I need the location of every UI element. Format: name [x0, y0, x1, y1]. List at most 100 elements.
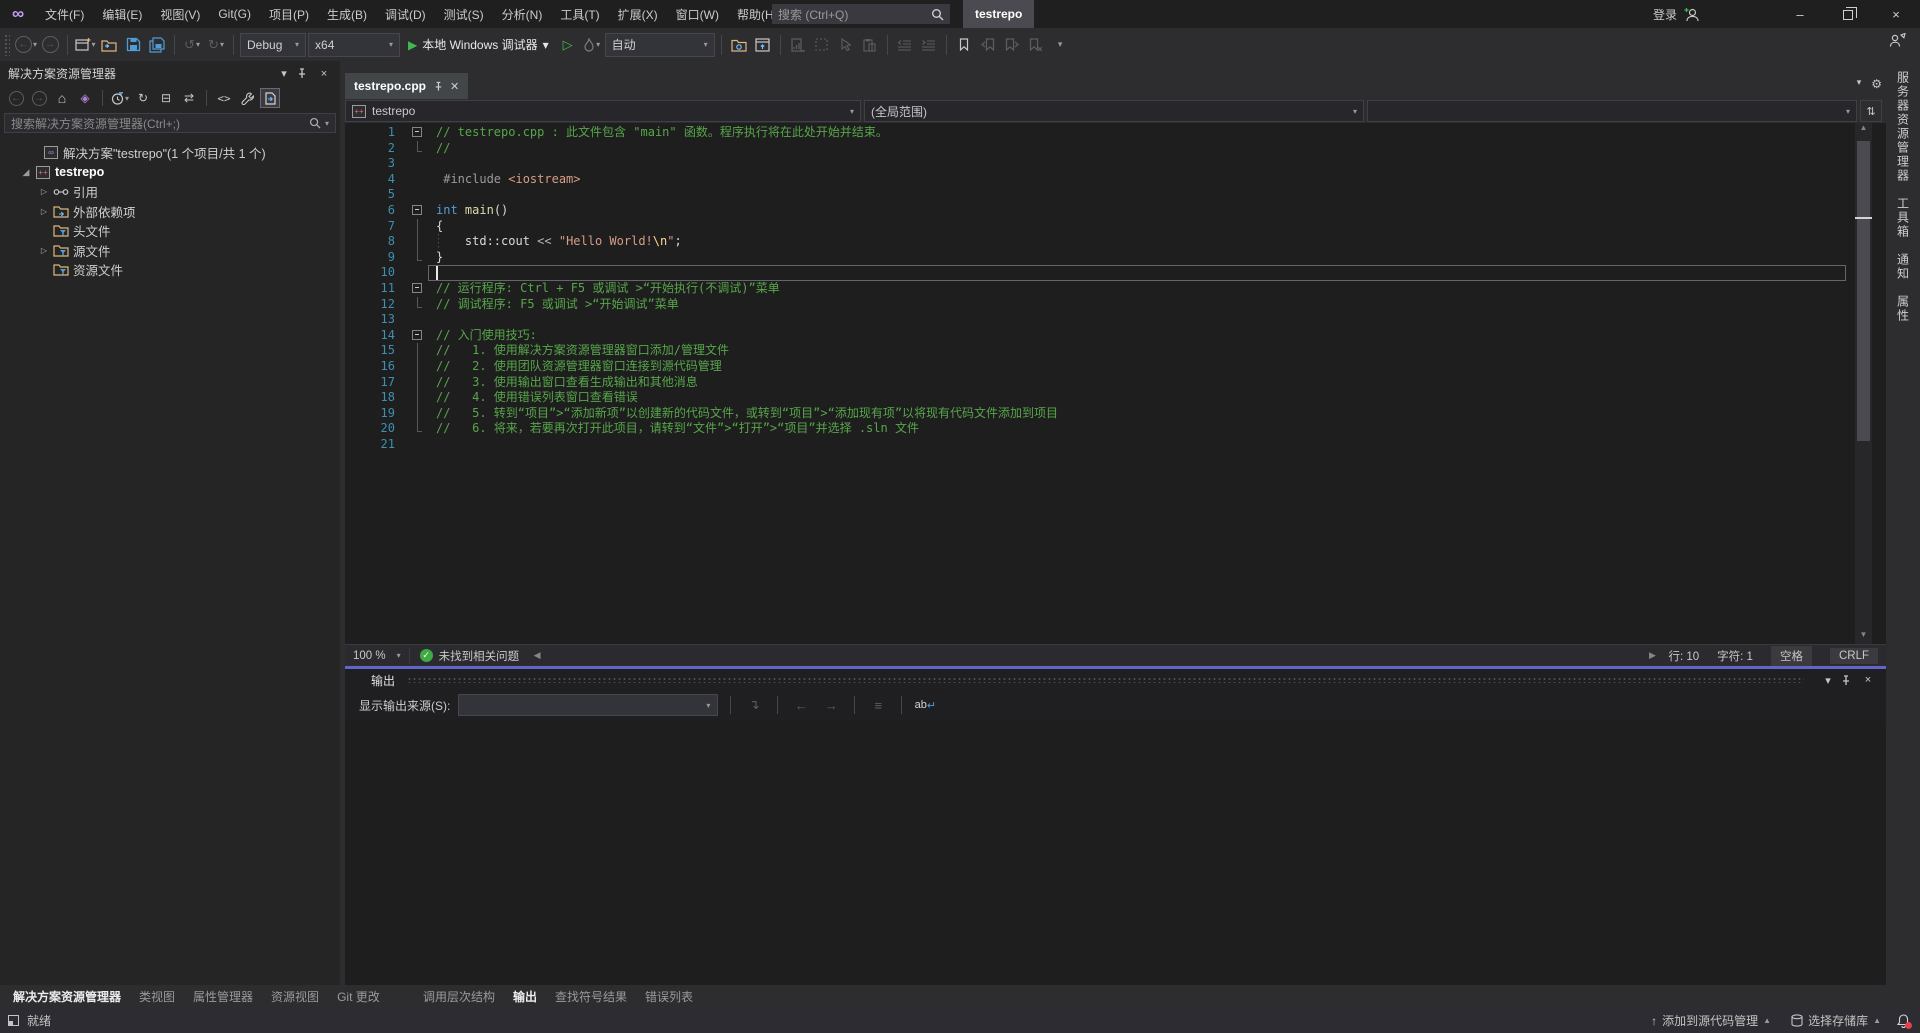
bottom-tab-调用层次结构[interactable]: 调用层次结构 [414, 985, 504, 1008]
vertical-tab-属性[interactable]: 属性 [1895, 295, 1912, 323]
se-home-button[interactable]: ⌂ [52, 88, 72, 108]
toggle-word-wrap-icon[interactable]: ab↵ [914, 694, 936, 716]
output-panel-header[interactable]: 输出 ▾ × [345, 669, 1886, 691]
solution-explorer-titlebar[interactable]: 解决方案资源管理器 ▾ × [0, 61, 340, 86]
close-button[interactable]: × [1872, 0, 1920, 28]
new-project-button[interactable]: ▾ [74, 33, 96, 57]
hot-reload-button[interactable]: ▾ [581, 33, 603, 57]
menu-item-调[interactable]: 调试(D) [376, 0, 435, 28]
menu-item-编[interactable]: 编辑(E) [93, 0, 151, 28]
menu-item-G[interactable]: Git(G) [209, 0, 260, 28]
code-line-9[interactable]: 9} [345, 250, 1886, 266]
code-line-15[interactable]: 15// 1. 使用解决方案资源管理器窗口添加/管理文件 [345, 343, 1886, 359]
code-line-1[interactable]: 1// testrepo.cpp : 此文件包含 "main" 函数。程序执行将… [345, 125, 1886, 141]
menu-item-工[interactable]: 工具(T) [551, 0, 608, 28]
tree-item-源文件[interactable]: ▷源文件 [0, 241, 340, 261]
tab-list-dropdown-icon[interactable]: ▾ [1857, 77, 1862, 91]
menu-item-窗[interactable]: 窗口(W) [667, 0, 728, 28]
cursor-icon[interactable] [835, 33, 857, 57]
outdent-icon[interactable] [894, 33, 916, 57]
fold-open-marker[interactable] [407, 328, 429, 344]
code-line-11[interactable]: 11// 运行程序: Ctrl + F5 或调试 >“开始执行(不调试)”菜单 [345, 281, 1886, 297]
toolbar-overflow-button[interactable]: ▾ [1049, 33, 1071, 57]
se-forward-button[interactable]: → [29, 88, 49, 108]
editor-vertical-scrollbar[interactable]: ▲ ▼ [1855, 123, 1872, 644]
code-metrics-icon[interactable] [787, 33, 809, 57]
bottom-tab-Git 更改[interactable]: Git 更改 [328, 985, 389, 1008]
fold-end-marker[interactable] [407, 250, 429, 266]
fold-open-marker[interactable] [407, 203, 429, 219]
type-scope-dropdown[interactable]: (全局范围) ▾ [864, 100, 1364, 122]
bottom-tab-属性管理器[interactable]: 属性管理器 [184, 985, 262, 1008]
collapsed-arrow-icon[interactable]: ▷ [36, 207, 52, 216]
bottom-tab-错误列表[interactable]: 错误列表 [636, 985, 702, 1008]
eol-indicator[interactable]: CRLF [1830, 648, 1878, 664]
background-tasks-icon[interactable] [8, 1015, 19, 1026]
collapsed-arrow-icon[interactable]: ▷ [36, 187, 52, 196]
indent-icon[interactable] [918, 33, 940, 57]
close-panel-button[interactable]: × [1860, 674, 1876, 686]
project-chip[interactable]: testrepo [963, 0, 1034, 28]
code-line-17[interactable]: 17// 3. 使用输出窗口查看生成输出和其他消息 [345, 375, 1886, 391]
scrollbar-thumb[interactable] [1857, 141, 1870, 441]
send-feedback-button[interactable] [1889, 33, 1906, 49]
document-tab-testrepo-cpp[interactable]: testrepo.cpp ✕ [345, 73, 468, 99]
collapse-all-button[interactable]: ⊟ [156, 88, 176, 108]
open-file-button[interactable] [98, 33, 120, 57]
pin-button[interactable] [1840, 675, 1856, 686]
code-line-20[interactable]: 20// 6. 将来，若要再次打开此项目，请转到“文件”>“打开”>“项目”并选… [345, 421, 1886, 437]
refresh-button[interactable]: ↻ [133, 88, 153, 108]
code-line-16[interactable]: 16// 2. 使用团队资源管理器窗口连接到源代码管理 [345, 359, 1886, 375]
toolbar-grip[interactable] [4, 34, 10, 56]
code-line-14[interactable]: 14// 入门使用技巧: [345, 328, 1886, 344]
scroll-left-icon[interactable]: ◀ [529, 650, 545, 661]
undo-button[interactable]: ↺▾ [181, 33, 203, 57]
code-line-2[interactable]: 2// [345, 141, 1886, 157]
fold-mid-marker[interactable] [407, 343, 429, 359]
fold-mid-marker[interactable] [407, 359, 429, 375]
bottom-tab-查找符号结果[interactable]: 查找符号结果 [546, 985, 636, 1008]
editor-horizontal-scrollbar[interactable] [545, 645, 1644, 666]
zoom-dropdown[interactable]: 100 % ▾ [345, 645, 409, 666]
hot-reload-mode-dropdown[interactable]: 自动▾ [605, 33, 715, 57]
selection-icon[interactable] [811, 33, 833, 57]
code-line-7[interactable]: 7{ [345, 219, 1886, 235]
tree-item-资源文件[interactable]: 资源文件 [0, 260, 340, 280]
fold-end-marker[interactable] [407, 297, 429, 313]
code-line-8[interactable]: 8 std::cout << "Hello World!\n"; [345, 234, 1886, 250]
tree-item-引用[interactable]: ▷引用 [0, 182, 340, 202]
code-line-19[interactable]: 19// 5. 转到“项目”>“添加新项”以创建新的代码文件，或转到“项目”>“… [345, 406, 1886, 422]
titlebar-search-box[interactable]: 搜索 (Ctrl+Q) [772, 4, 950, 24]
navigate-back-button[interactable]: ←▾ [15, 33, 37, 57]
navigate-forward-button[interactable]: → [39, 33, 61, 57]
properties-button[interactable] [237, 88, 257, 108]
bottom-tab-类视图[interactable]: 类视图 [130, 985, 184, 1008]
vertical-tab-工具箱[interactable]: 工具箱 [1895, 197, 1912, 239]
output-content[interactable] [345, 722, 1886, 985]
fold-mid-marker[interactable] [407, 219, 429, 235]
fold-end-marker[interactable] [407, 421, 429, 437]
minimize-button[interactable]: – [1776, 0, 1824, 28]
se-back-button[interactable]: ← [6, 88, 26, 108]
close-tab-icon[interactable]: ✕ [450, 80, 459, 93]
find-message-in-code-icon[interactable]: ↴ [743, 694, 765, 716]
clear-bookmarks-icon[interactable] [1025, 33, 1047, 57]
start-without-debugging-button[interactable]: ▷ [557, 33, 579, 57]
fold-end-marker[interactable] [407, 141, 429, 157]
scroll-right-icon[interactable]: ▶ [1644, 650, 1660, 661]
menu-item-生[interactable]: 生成(B) [318, 0, 376, 28]
tree-item-解决方案-testrepo-1-个项目-共-1-个-[interactable]: ∞解决方案"testrepo"(1 个项目/共 1 个) [0, 143, 340, 163]
code-line-6[interactable]: 6int main() [345, 203, 1886, 219]
code-line-10[interactable]: 10 [345, 265, 1886, 281]
solution-platform-dropdown[interactable]: x64▾ [308, 33, 400, 57]
code-line-18[interactable]: 18// 4. 使用错误列表窗口查看错误 [345, 390, 1886, 406]
fold-open-marker[interactable] [407, 125, 429, 141]
expanded-arrow-icon[interactable]: ◢ [18, 167, 34, 178]
bottom-tab-输出[interactable]: 输出 [504, 985, 546, 1008]
pin-button[interactable] [296, 68, 312, 79]
code-line-3[interactable]: 3 [345, 156, 1886, 172]
pending-changes-filter-button[interactable]: ▾ [110, 88, 130, 108]
next-message-icon[interactable]: → [820, 694, 842, 716]
bottom-tab-解决方案资源管理器[interactable]: 解决方案资源管理器 [4, 985, 130, 1008]
split-editor-button[interactable]: ⇅ [1860, 100, 1882, 122]
